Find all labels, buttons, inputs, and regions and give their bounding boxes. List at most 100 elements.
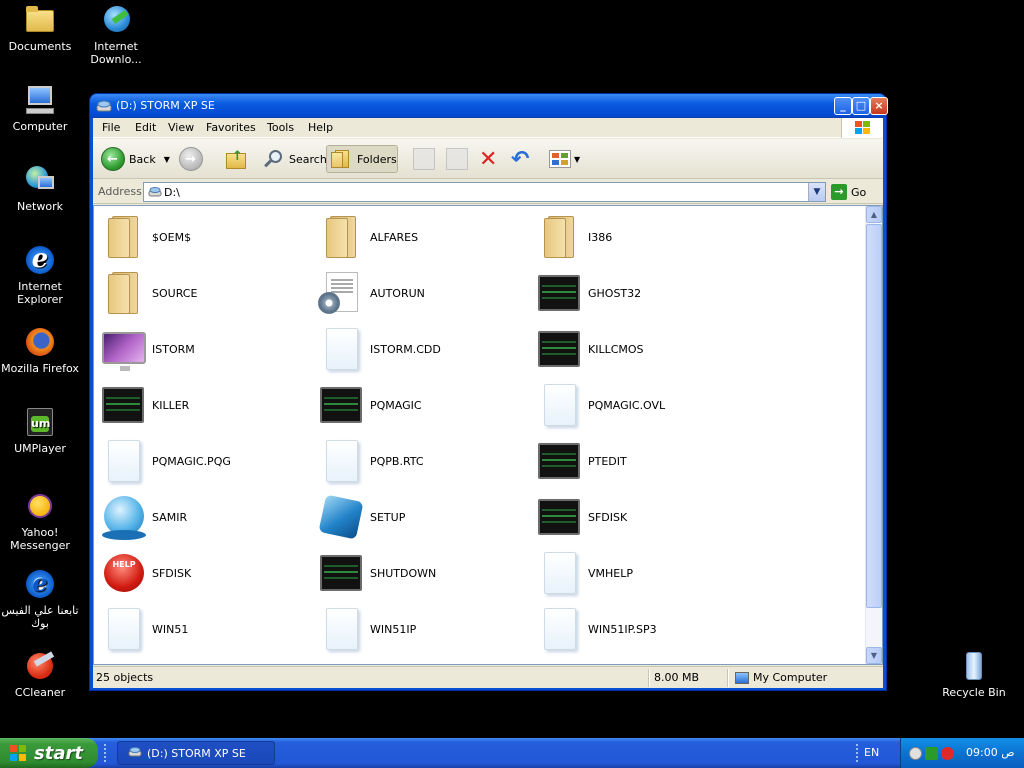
- start-button[interactable]: start: [0, 738, 98, 768]
- forward-arrow-icon: →: [179, 147, 203, 171]
- views-chevron-icon: ▼: [574, 154, 581, 164]
- file-name: $OEM$: [152, 231, 192, 244]
- menu-help[interactable]: Help: [308, 121, 333, 134]
- file-item[interactable]: GHOST32: [530, 268, 740, 318]
- file-item[interactable]: ISTORM.CDD: [312, 324, 522, 374]
- file-item[interactable]: SAMIR: [94, 492, 304, 542]
- desktop-icon-yahoo-messenger[interactable]: Yahoo! Messenger: [0, 490, 80, 552]
- file-name: SFDISK: [152, 567, 192, 580]
- menu-view[interactable]: View: [168, 121, 194, 134]
- desktop-icon-facebook-shortcut[interactable]: e تابعنا علي الفيس بوك: [0, 568, 80, 631]
- taskbar-grip[interactable]: [104, 744, 108, 762]
- desktop-icon-computer[interactable]: Computer: [0, 84, 80, 133]
- file-item[interactable]: SFDISK: [530, 492, 740, 542]
- file-item[interactable]: WIN51IP: [312, 604, 522, 654]
- tray-alert-icon[interactable]: [941, 747, 954, 760]
- vertical-scrollbar[interactable]: ▲ ▼: [865, 206, 882, 664]
- file-item[interactable]: PTEDIT: [530, 436, 740, 486]
- file-item[interactable]: $OEM$: [94, 212, 304, 262]
- search-button[interactable]: Search: [263, 145, 327, 173]
- views-button[interactable]: ▼: [549, 145, 580, 173]
- file-item[interactable]: PQMAGIC.PQG: [94, 436, 304, 486]
- go-button[interactable]: → Go: [831, 183, 877, 201]
- file-item[interactable]: SETUP: [312, 492, 522, 542]
- close-button[interactable]: ×: [870, 97, 888, 115]
- file-list[interactable]: $OEM$ ALFARES I386 SOURCE AUTORUN GHOST32 ISTO…: [93, 205, 883, 665]
- tray-shield-icon[interactable]: [925, 747, 938, 760]
- scroll-down-icon[interactable]: ▼: [866, 647, 882, 664]
- ccleaner-icon: [24, 650, 56, 682]
- file-item[interactable]: ISTORM: [94, 324, 304, 374]
- menu-edit[interactable]: Edit: [135, 121, 156, 134]
- file-item[interactable]: HELP SFDISK: [94, 548, 304, 598]
- file-item[interactable]: SOURCE: [94, 268, 304, 318]
- ghost-app-icon: [536, 270, 582, 316]
- taskbar-grip[interactable]: [856, 744, 860, 762]
- status-bar: 25 objects 8.00 MB My Computer: [93, 666, 883, 688]
- file-item[interactable]: KILLER: [94, 380, 304, 430]
- desktop-icon-internet-explorer[interactable]: e Internet Explorer: [0, 244, 80, 306]
- file-item[interactable]: WIN51IP.SP3: [530, 604, 740, 654]
- status-location: My Computer: [735, 671, 827, 684]
- desktop-icon-firefox[interactable]: Mozilla Firefox: [0, 326, 80, 375]
- file-name: I386: [588, 231, 613, 244]
- desktop-icon-umplayer[interactable]: um UMPlayer: [0, 406, 80, 455]
- file-name: PQPB.RTC: [370, 455, 424, 468]
- taskbar-item-explorer[interactable]: (D:) STORM XP SE: [117, 741, 275, 765]
- file-item[interactable]: I386: [530, 212, 740, 262]
- address-input[interactable]: D:\ ▼: [143, 182, 826, 202]
- file-item[interactable]: SHUTDOWN: [312, 548, 522, 598]
- tray-smiley-icon[interactable]: [909, 747, 922, 760]
- clock[interactable]: 09:00 ص: [966, 746, 1015, 759]
- up-folder-button[interactable]: ↑: [225, 145, 247, 173]
- forward-button[interactable]: →: [179, 145, 203, 173]
- drive-icon: [96, 99, 112, 113]
- file-name: SETUP: [370, 511, 406, 524]
- move-to-button[interactable]: [413, 145, 435, 173]
- file-item[interactable]: PQMAGIC.OVL: [530, 380, 740, 430]
- desktop-icon-internet-download[interactable]: Internet Downlo...: [76, 4, 156, 66]
- file-item[interactable]: KILLCMOS: [530, 324, 740, 374]
- desktop-icon-network[interactable]: Network: [0, 164, 80, 213]
- file-item[interactable]: WIN51: [94, 604, 304, 654]
- move-to-icon: [413, 148, 435, 170]
- ghost-app-icon: [318, 550, 364, 596]
- menu-file[interactable]: File: [102, 121, 120, 134]
- title-bar[interactable]: (D:) STORM XP SE _ □ ×: [90, 94, 888, 118]
- folders-icon: [331, 149, 351, 169]
- menu-bar: File Edit View Favorites Tools Help: [93, 118, 883, 138]
- go-arrow-icon: →: [831, 184, 847, 200]
- file-item[interactable]: PQPB.RTC: [312, 436, 522, 486]
- undo-button[interactable]: ↶: [511, 145, 529, 173]
- chevron-down-icon[interactable]: ▼: [164, 155, 170, 164]
- folder-icon: [100, 270, 146, 316]
- scroll-thumb[interactable]: [866, 224, 882, 608]
- file-item[interactable]: ALFARES: [312, 212, 522, 262]
- close-icon: ×: [874, 99, 884, 112]
- file-item[interactable]: PQMAGIC: [312, 380, 522, 430]
- maximize-button[interactable]: □: [852, 97, 870, 115]
- file-item[interactable]: VMHELP: [530, 548, 740, 598]
- address-dropdown-icon[interactable]: ▼: [808, 183, 825, 201]
- folder-icon: [100, 214, 146, 260]
- globe-app-icon: [100, 494, 146, 540]
- language-indicator[interactable]: EN: [864, 746, 879, 759]
- folders-button[interactable]: Folders: [326, 145, 398, 173]
- copy-to-button[interactable]: [446, 145, 468, 173]
- scroll-up-icon[interactable]: ▲: [866, 206, 882, 223]
- file-icon: [536, 382, 582, 428]
- delete-button[interactable]: ✕: [479, 145, 497, 173]
- file-icon: [318, 438, 364, 484]
- desktop-icon-recycle-bin[interactable]: Recycle Bin: [934, 650, 1014, 699]
- menu-tools[interactable]: Tools: [267, 121, 294, 134]
- back-button[interactable]: ← Back ▼: [101, 145, 170, 173]
- desktop-icon-documents[interactable]: Documents: [0, 4, 80, 53]
- menu-favorites[interactable]: Favorites: [206, 121, 256, 134]
- file-name: SOURCE: [152, 287, 198, 300]
- my-computer-icon: [735, 671, 749, 684]
- file-item[interactable]: AUTORUN: [312, 268, 522, 318]
- minimize-button[interactable]: _: [834, 97, 852, 115]
- explorer-window[interactable]: (D:) STORM XP SE _ □ × File Edit View Fa…: [89, 93, 888, 691]
- desktop-icon-ccleaner[interactable]: CCleaner: [0, 650, 80, 699]
- file-name: PTEDIT: [588, 455, 627, 468]
